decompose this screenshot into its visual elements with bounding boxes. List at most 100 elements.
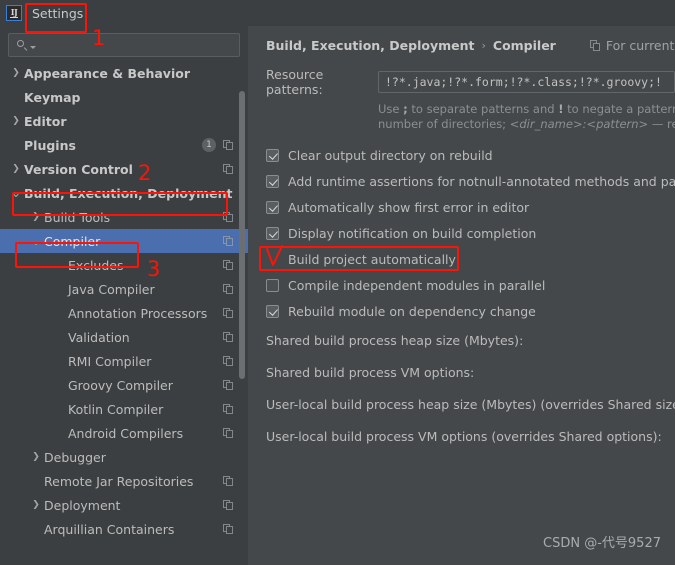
sidebar-item-build-execution-deployment[interactable]: ⌄ Build, Execution, Deployment (0, 181, 248, 205)
copy-icon[interactable] (223, 379, 234, 391)
checkbox-row-automatically-show-first-error-in-editor[interactable]: Automatically show first error in editor (248, 194, 675, 220)
checkbox-row-display-notification-on-build-completion[interactable]: Display notification on build completion (248, 220, 675, 246)
copy-icon[interactable] (223, 163, 234, 175)
breadcrumb-current: Compiler (492, 38, 556, 53)
checkbox-label: Add runtime assertions for notnull-annot… (288, 173, 675, 189)
copy-icon[interactable] (223, 475, 234, 487)
checkbox-checked-icon[interactable] (266, 304, 279, 318)
chevron-right-icon[interactable]: ❯ (28, 212, 44, 222)
copy-icon[interactable] (223, 259, 234, 271)
sidebar-item-remote-jar-repositories[interactable]: Remote Jar Repositories (0, 469, 248, 493)
hint-line-1: Use ; to separate patterns and ! to nega… (378, 102, 675, 117)
row-trailing-icons (223, 301, 234, 325)
compiler-settings-panel: Build, Execution, Deployment › Compiler … (248, 26, 675, 565)
resource-patterns-label: Resource patterns: (266, 67, 324, 97)
row-trailing-icons (223, 493, 234, 517)
chevron-right-icon[interactable]: ❯ (8, 116, 24, 126)
sidebar-item-label: Groovy Compiler (68, 377, 173, 393)
sidebar-scrollbar-track[interactable] (239, 56, 247, 564)
chevron-right-icon[interactable]: ❯ (8, 164, 24, 174)
checkbox-row-rebuild-module-on-dependency-change[interactable]: Rebuild module on dependency change (248, 298, 675, 324)
sidebar-item-label: Build Tools (44, 209, 111, 225)
copy-icon[interactable] (223, 235, 234, 247)
copy-icon[interactable] (223, 355, 234, 367)
chevron-down-icon[interactable]: ⌄ (8, 187, 24, 200)
sidebar-item-compiler[interactable]: ⌄ Compiler (0, 229, 248, 253)
checkbox-checked-icon[interactable] (266, 148, 279, 162)
sidebar-item-debugger[interactable]: ❯ Debugger (0, 445, 248, 469)
checkbox-checked-icon[interactable] (266, 174, 279, 188)
sidebar-item-rmi-compiler[interactable]: RMI Compiler (0, 349, 248, 373)
update-count-badge: 1 (202, 138, 216, 152)
sidebar-item-android-compilers[interactable]: Android Compilers (0, 421, 248, 445)
field-label-row: Shared build process VM options: (248, 356, 675, 388)
search-input[interactable] (36, 37, 239, 53)
row-trailing-icons (223, 469, 234, 493)
copy-icon[interactable] (223, 403, 234, 415)
sidebar-item-kotlin-compiler[interactable]: Kotlin Compiler (0, 397, 248, 421)
sidebar-item-version-control[interactable]: ❯ Version Control (0, 157, 248, 181)
copy-icon[interactable] (223, 523, 234, 535)
sidebar-item-keymap[interactable]: Keymap (0, 85, 248, 109)
search-icon (17, 39, 28, 51)
copy-icon[interactable] (223, 283, 234, 295)
checkbox-row-add-runtime-assertions-for-notnull-annot[interactable]: Add runtime assertions for notnull-annot… (248, 168, 675, 194)
field-label-row: User-local build process VM options (ove… (248, 420, 675, 452)
settings-sidebar: ❯ Appearance & Behavior Keymap ❯ Editor Plu… (0, 26, 248, 565)
row-trailing-icons: 1 (202, 133, 234, 157)
copy-icon[interactable] (223, 211, 234, 223)
sidebar-item-annotation-processors[interactable]: Annotation Processors (0, 301, 248, 325)
search-container (8, 33, 240, 57)
sidebar-item-label: Validation (68, 329, 130, 345)
chevron-down-icon[interactable]: ⌄ (28, 235, 44, 248)
csdn-watermark: CSDN @-代号9527 (543, 536, 661, 551)
sidebar-item-label: Appearance & Behavior (24, 65, 190, 81)
sidebar-item-label: Android Compilers (68, 425, 184, 441)
sidebar-item-java-compiler[interactable]: Java Compiler (0, 277, 248, 301)
sidebar-item-plugins[interactable]: Plugins 1 (0, 133, 248, 157)
copy-icon[interactable] (223, 307, 234, 319)
field-label: User-local build process heap size (Mbyt… (266, 396, 675, 412)
breadcrumb-parent[interactable]: Build, Execution, Deployment (266, 38, 474, 53)
checkbox-row-compile-independent-modules-in-parallel[interactable]: Compile independent modules in parallel (248, 272, 675, 298)
sidebar-item-excludes[interactable]: Excludes (0, 253, 248, 277)
sidebar-item-deployment[interactable]: ❯ Deployment (0, 493, 248, 517)
checkbox-checked-icon[interactable] (266, 226, 279, 240)
sidebar-item-label: RMI Compiler (68, 353, 152, 369)
hint-text: to separate patterns and (407, 102, 559, 116)
sidebar-item-validation[interactable]: Validation (0, 325, 248, 349)
sidebar-item-label: Kotlin Compiler (68, 401, 164, 417)
copy-icon[interactable] (223, 499, 234, 511)
copy-icon[interactable] (223, 139, 234, 151)
checkbox-row-build-project-automatically[interactable]: Build project automatically (248, 246, 675, 272)
copy-icon[interactable] (223, 427, 234, 439)
breadcrumb-separator-icon: › (481, 39, 486, 52)
search-box[interactable] (8, 33, 240, 57)
checkbox-row-clear-output-directory-on-rebuild[interactable]: Clear output directory on rebuild (248, 142, 675, 168)
sidebar-item-appearance-behavior[interactable]: ❯ Appearance & Behavior (0, 61, 248, 85)
sidebar-item-editor[interactable]: ❯ Editor (0, 109, 248, 133)
checkbox-checked-icon[interactable] (266, 200, 279, 214)
sidebar-item-build-tools[interactable]: ❯ Build Tools (0, 205, 248, 229)
chevron-right-icon[interactable]: ❯ (8, 68, 24, 78)
chevron-right-icon[interactable]: ❯ (28, 452, 44, 462)
sidebar-item-groovy-compiler[interactable]: Groovy Compiler (0, 373, 248, 397)
sidebar-item-label: Version Control (24, 161, 133, 177)
checkbox-label: Compile independent modules in parallel (288, 277, 546, 293)
field-label: User-local build process VM options (ove… (266, 428, 662, 444)
chevron-right-icon[interactable]: ❯ (28, 500, 44, 510)
sidebar-item-arquillian-containers[interactable]: Arquillian Containers (0, 517, 248, 541)
checkbox-unchecked-icon[interactable] (266, 278, 279, 292)
sidebar-scrollbar-thumb[interactable] (239, 91, 245, 379)
hint-text: — restr (651, 117, 675, 131)
row-trailing-icons (223, 397, 234, 421)
checkbox-label: Build project automatically (288, 251, 456, 267)
copy-icon[interactable] (223, 331, 234, 343)
window-title: Settings (32, 5, 84, 21)
resource-patterns-input[interactable]: !?*.java;!?*.form;!?*.class;!?*.groovy;! (378, 71, 675, 93)
resource-patterns-row: Resource patterns: !?*.java;!?*.form;!?*… (266, 67, 675, 97)
